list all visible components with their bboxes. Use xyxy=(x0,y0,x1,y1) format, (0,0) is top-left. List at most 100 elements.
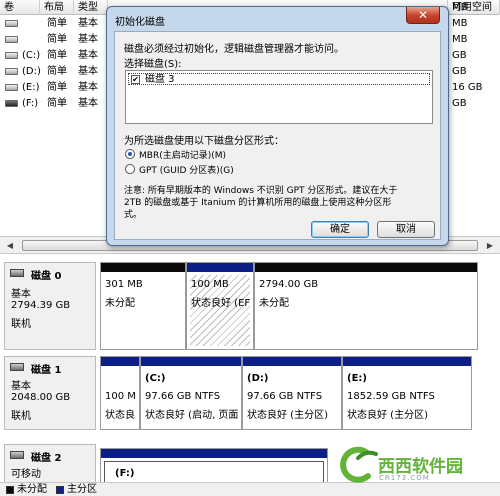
partition-size: 100 MB xyxy=(191,279,229,290)
legend: 未分配 主分区 xyxy=(0,482,500,496)
column-header-layout[interactable]: 布局 xyxy=(40,0,74,15)
column-header-volume[interactable]: 卷 xyxy=(0,0,40,15)
gpt-radio[interactable] xyxy=(125,164,135,174)
volume-name: (D:) xyxy=(22,66,41,77)
primary-bar xyxy=(243,357,341,366)
disk-name: 磁盘 0 xyxy=(31,271,62,282)
partition-label: (D:) xyxy=(247,373,269,384)
disk-status: 联机 xyxy=(11,411,31,422)
partition-size: 2794.00 GB xyxy=(259,279,319,290)
dialog-body: 磁盘必须经过初始化，逻辑磁盘管理器才能访问。 选择磁盘(S): ✔ 磁盘 3 为… xyxy=(114,31,441,240)
cancel-button[interactable]: 取消 xyxy=(377,221,435,238)
partition-size: 1852.59 GB NTFS xyxy=(347,391,435,402)
volume-capacity: GB xyxy=(452,66,467,77)
partition-c[interactable]: (C:) 97.66 GB NTFS 状态良好 (启动, 页面 xyxy=(140,356,242,430)
primary-bar xyxy=(101,357,139,366)
partition-status: 未分配 xyxy=(259,298,289,309)
partition-label: (C:) xyxy=(145,373,166,384)
volume-type: 基本 xyxy=(78,50,98,61)
initialize-disk-dialog: 初始化磁盘 ✕ 磁盘必须经过初始化，逻辑磁盘管理器才能访问。 选择磁盘(S): … xyxy=(106,6,449,246)
volume-capacity: GB xyxy=(452,50,467,61)
partition-size: 97.66 GB NTFS xyxy=(247,391,323,402)
disk-0-label[interactable]: 磁盘 0 基本 2794.39 GB 联机 xyxy=(4,262,96,350)
partition-status: 状态良好 (EF xyxy=(191,298,251,309)
primary-bar xyxy=(343,357,471,366)
volume-layout: 简单 xyxy=(47,34,67,45)
disk-3-checkbox[interactable]: ✔ xyxy=(131,75,140,84)
primary-bar xyxy=(187,263,253,272)
primary-bar xyxy=(141,357,241,366)
partition-style-label: 为所选磁盘使用以下磁盘分区形式： xyxy=(124,136,284,147)
partition-size: 97.66 GB NTFS xyxy=(145,391,221,402)
partition-label: (E:) xyxy=(347,373,367,384)
volume-name: (E:) xyxy=(22,82,40,93)
volume-type: 基本 xyxy=(78,98,98,109)
disk-size: 2048.00 GB xyxy=(11,392,71,403)
unallocated-bar xyxy=(255,263,477,272)
legend-primary: 主分区 xyxy=(67,484,97,495)
volume-layout: 简单 xyxy=(47,98,67,109)
partition-unallocated[interactable]: 301 MB 未分配 xyxy=(100,262,186,350)
disk-row-1: 磁盘 1 基本 2048.00 GB 联机 100 M 状态良 (C:) 97.… xyxy=(0,356,500,430)
drive-icon xyxy=(5,52,18,59)
primary-bar xyxy=(101,449,327,458)
partition-status: 状态良好 (主分区) xyxy=(247,410,328,421)
volume-capacity: GB xyxy=(452,98,467,109)
volume-type: 基本 xyxy=(78,18,98,29)
ok-button[interactable]: 确定 xyxy=(311,221,369,238)
partition-d[interactable]: (D:) 97.66 GB NTFS 状态良好 (主分区) xyxy=(242,356,342,430)
disk-icon xyxy=(10,363,24,371)
partition-status: 状态良好 (启动, 页面 xyxy=(145,410,239,421)
drive-icon xyxy=(5,20,18,27)
partition-f[interactable]: (F:) xyxy=(100,448,328,482)
volume-type: 基本 xyxy=(78,82,98,93)
partition-e[interactable]: (E:) 1852.59 GB NTFS 状态良好 (主分区) xyxy=(342,356,472,430)
column-header-type[interactable]: 类型 xyxy=(74,0,108,15)
disk-select-list[interactable]: ✔ 磁盘 3 xyxy=(125,70,433,124)
partition-system-reserved[interactable]: 100 M 状态良 xyxy=(100,356,140,430)
volume-layout: 简单 xyxy=(47,18,67,29)
volume-type: 基本 xyxy=(78,66,98,77)
selected-frame xyxy=(104,461,324,482)
volume-layout: 简单 xyxy=(47,82,67,93)
scroll-left-icon[interactable]: ◀ xyxy=(3,239,17,252)
disk-type: 基本 xyxy=(11,289,31,300)
volume-layout: 简单 xyxy=(47,50,67,61)
mbr-radio[interactable] xyxy=(125,149,135,159)
scroll-right-icon[interactable]: ▶ xyxy=(483,239,497,252)
drive-icon xyxy=(5,84,18,91)
gpt-radio-label[interactable]: GPT (GUID 分区表)(G) xyxy=(139,163,234,176)
disk-item-label: 磁盘 3 xyxy=(145,74,175,85)
disk-icon xyxy=(10,451,24,459)
legend-unallocated: 未分配 xyxy=(17,484,47,495)
volume-name: (F:) xyxy=(22,98,39,109)
disk-type: 可移动 xyxy=(11,469,41,480)
disk-select-item[interactable]: ✔ 磁盘 3 xyxy=(128,73,430,85)
drive-icon xyxy=(5,68,18,75)
mbr-radio-label[interactable]: MBR(主启动记录)(M) xyxy=(139,148,226,161)
disk-size: 2794.39 GB xyxy=(11,300,71,311)
partition-size: 100 M xyxy=(105,391,136,402)
disk-type: 基本 xyxy=(11,381,31,392)
volume-capacity: 16 GB xyxy=(452,82,483,93)
volume-type: 基本 xyxy=(78,34,98,45)
gpt-note-line-2: 2TB 的磁盘或基于 Itanium 的计算机所用的磁盘上使用这种分区形 xyxy=(124,198,392,208)
partition-unallocated[interactable]: 2794.00 GB 未分配 xyxy=(254,262,478,350)
close-icon[interactable]: ✕ xyxy=(406,7,440,24)
disk-icon xyxy=(10,269,24,277)
watermark-logo: 西西软件园 CR173.COM xyxy=(336,446,496,484)
partition-status: 状态良好 (主分区) xyxy=(347,410,428,421)
volume-capacity: MB xyxy=(452,18,468,29)
watermark-site: CR173.COM xyxy=(379,474,430,482)
column-header-free-space[interactable]: 可用空间 xyxy=(448,0,500,15)
disk-status: 联机 xyxy=(11,319,31,330)
partition-efi[interactable]: 100 MB 状态良好 (EF xyxy=(186,262,254,350)
partition-label: (F:) xyxy=(115,468,135,479)
disk-row-0: 磁盘 0 基本 2794.39 GB 联机 301 MB 未分配 100 MB … xyxy=(0,262,500,350)
drive-icon xyxy=(5,36,18,43)
disk-name: 磁盘 1 xyxy=(31,365,62,376)
disk-2-label[interactable]: 磁盘 2 可移动 xyxy=(4,444,96,482)
partition-status: 状态良 xyxy=(105,410,135,421)
disk-1-label[interactable]: 磁盘 1 基本 2048.00 GB 联机 xyxy=(4,356,96,430)
removable-drive-icon xyxy=(5,100,18,107)
